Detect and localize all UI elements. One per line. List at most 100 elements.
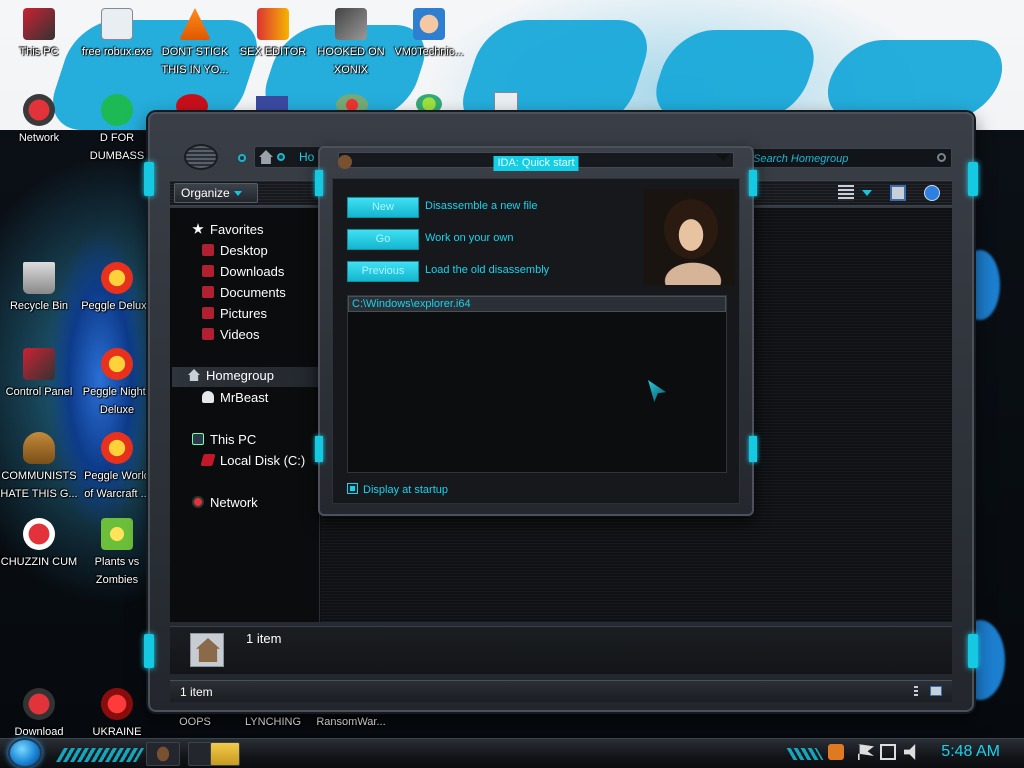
preview-pane-icon[interactable] — [890, 185, 906, 201]
organize-label: Organize — [181, 186, 230, 200]
start-button[interactable] — [8, 738, 42, 768]
search-input[interactable] — [747, 150, 951, 168]
navigation-pane: Favorites Desktop Downloads Documents Pi… — [170, 208, 320, 622]
nav-pictures[interactable]: Pictures — [202, 306, 267, 326]
nav-homegroup[interactable]: Homegroup — [172, 367, 318, 387]
desktop-icon-free-robux[interactable]: free robux.exe — [78, 8, 156, 60]
desktop-icon-download[interactable]: Download — [0, 688, 78, 740]
desktop-icon-network[interactable]: Network — [0, 94, 78, 146]
desktop-icon-hooked-on-xonix[interactable]: HOOKED ON XONIX — [312, 8, 390, 78]
recent-files-list[interactable]: C:\Windows\explorer.i64 — [347, 295, 727, 473]
desktop-icon-label: Plants vs Zombies — [94, 556, 140, 586]
back-forward-orb[interactable] — [184, 144, 218, 170]
nav-this-pc[interactable]: This PC — [192, 432, 256, 452]
desktop-icon-control-panel[interactable]: Control Panel — [0, 348, 78, 400]
peggle-icon — [101, 432, 133, 464]
desktop-icon-sex-editor[interactable]: SEX EDITOR — [234, 8, 312, 60]
peggle-icon — [101, 262, 133, 294]
checkbox-checked-icon[interactable] — [347, 483, 358, 494]
view-options-icon[interactable] — [838, 185, 854, 201]
tray-app-icon[interactable] — [828, 744, 844, 760]
desktop-icon-lynching[interactable]: LYNCHING — [234, 712, 312, 730]
peggle-icon — [101, 348, 133, 380]
taskbar-explorer-button[interactable] — [210, 742, 240, 766]
desktop-icon-vm0technic[interactable]: VM0Technic... — [390, 8, 468, 60]
nav-label: Homegroup — [206, 368, 274, 383]
partial-file-icon[interactable] — [494, 92, 518, 114]
desktop-icon-communists[interactable]: COMMUNISTS HATE THIS G... — [0, 432, 78, 502]
desktop-icon-label: RansomWar... — [316, 716, 386, 728]
nav-label: Favorites — [210, 222, 264, 237]
nav-desktop[interactable]: Desktop — [202, 243, 268, 263]
taskbar-accent — [786, 748, 824, 760]
organize-button[interactable]: Organize — [174, 183, 258, 203]
spotify-icon — [101, 94, 133, 126]
search-icon[interactable] — [937, 153, 946, 162]
home-icon — [259, 150, 273, 164]
desktop-icon-recycle-bin[interactable]: Recycle Bin — [0, 262, 78, 314]
network-tray-icon[interactable] — [880, 744, 896, 760]
display-at-startup-label: Display at startup — [363, 484, 448, 496]
chevron-down-icon[interactable] — [862, 190, 872, 196]
tiles-view-icon[interactable] — [930, 686, 942, 696]
nav-network[interactable]: Network — [192, 495, 258, 515]
nav-dot-button[interactable] — [238, 154, 246, 162]
desktop-icon-dont-stick[interactable]: DONT STICK THIS IN YO... — [156, 8, 234, 78]
nav-local-disk[interactable]: Local Disk (C:) — [200, 453, 306, 473]
dialog-chevron-icon[interactable] — [716, 154, 730, 161]
desktop-icon-peggle-deluxe[interactable]: Peggle Deluxe — [78, 262, 156, 314]
nav-label: Documents — [220, 285, 286, 300]
help-icon[interactable] — [924, 185, 940, 201]
homegroup-icon — [190, 633, 224, 667]
partial-app-icon[interactable] — [416, 94, 442, 114]
desktop-icon-label: Peggle Nights Deluxe — [82, 386, 152, 416]
desktop-icon-ransomware[interactable]: RansomWar... — [312, 712, 390, 730]
desktop-icon-ukraine[interactable]: UKRAINE — [78, 688, 156, 740]
go-description: Work on your own — [425, 232, 514, 244]
nav-label: Pictures — [220, 306, 267, 321]
new-button[interactable]: New — [347, 197, 419, 218]
display-at-startup-checkbox[interactable]: Display at startup — [347, 483, 448, 496]
nav-label: Desktop — [220, 243, 268, 258]
frame-accent — [315, 436, 323, 462]
ida-quick-start-dialog: IDA: Quick start New Disassemble a new f… — [315, 146, 757, 516]
desktop-icon-label: OOPS — [179, 716, 211, 728]
nav-label: Local Disk (C:) — [220, 453, 306, 468]
desktop-icon-peggle-nights[interactable]: Peggle Nights Deluxe — [78, 348, 156, 418]
breadcrumb[interactable]: Ho — [299, 150, 314, 164]
taskbar-ida-button[interactable] — [146, 742, 180, 766]
nav-mrbeast[interactable]: MrBeast — [202, 390, 268, 410]
dialog-title: IDA: Quick start — [493, 156, 579, 171]
desktop-icon-this-pc[interactable]: This PC — [0, 8, 78, 60]
previous-button[interactable]: Previous — [347, 261, 419, 282]
address-dot-icon — [277, 153, 285, 161]
frame-accent — [968, 162, 978, 196]
go-button[interactable]: Go — [347, 229, 419, 250]
address-bar[interactable]: Ho — [254, 146, 324, 168]
nav-label: Network — [210, 495, 258, 510]
recent-file-row[interactable]: C:\Windows\explorer.i64 — [348, 296, 726, 312]
search-box[interactable] — [746, 148, 952, 168]
details-view-icon[interactable] — [914, 686, 918, 698]
item-count: 1 item — [246, 631, 282, 646]
desktop-icon-oops[interactable]: OOPS — [156, 712, 234, 730]
nav-label: This PC — [210, 432, 257, 447]
homegroup-icon — [188, 369, 200, 381]
nav-downloads[interactable]: Downloads — [202, 264, 284, 284]
mouse-cursor-icon — [648, 380, 666, 402]
desktop-icon-chuzzin[interactable]: CHUZZIN CUM — [0, 518, 78, 570]
wallpaper-brush-stroke — [817, 40, 1013, 120]
frame-accent — [749, 170, 757, 196]
taskbar-clock[interactable]: 5:48 AM — [941, 743, 1000, 761]
desktop-icon-label: HOOKED ON XONIX — [317, 46, 385, 76]
nav-documents[interactable]: Documents — [202, 285, 286, 305]
desktop-icon-d-for-dumbass[interactable]: D FOR DUMBASS — [78, 94, 156, 164]
nav-videos[interactable]: Videos — [202, 327, 260, 347]
desktop-icon-plants-vs-zombies[interactable]: Plants vs Zombies — [78, 518, 156, 588]
desktop-icon-peggle-wow[interactable]: Peggle World of Warcraft ... — [78, 432, 156, 502]
chevron-down-icon — [233, 191, 242, 197]
nav-favorites[interactable]: Favorites — [192, 222, 263, 242]
nav-label: Videos — [220, 327, 260, 342]
dialog-content: New Disassemble a new file Go Work on yo… — [332, 178, 740, 504]
desktop-icon-label: DONT STICK THIS IN YO... — [161, 46, 229, 76]
